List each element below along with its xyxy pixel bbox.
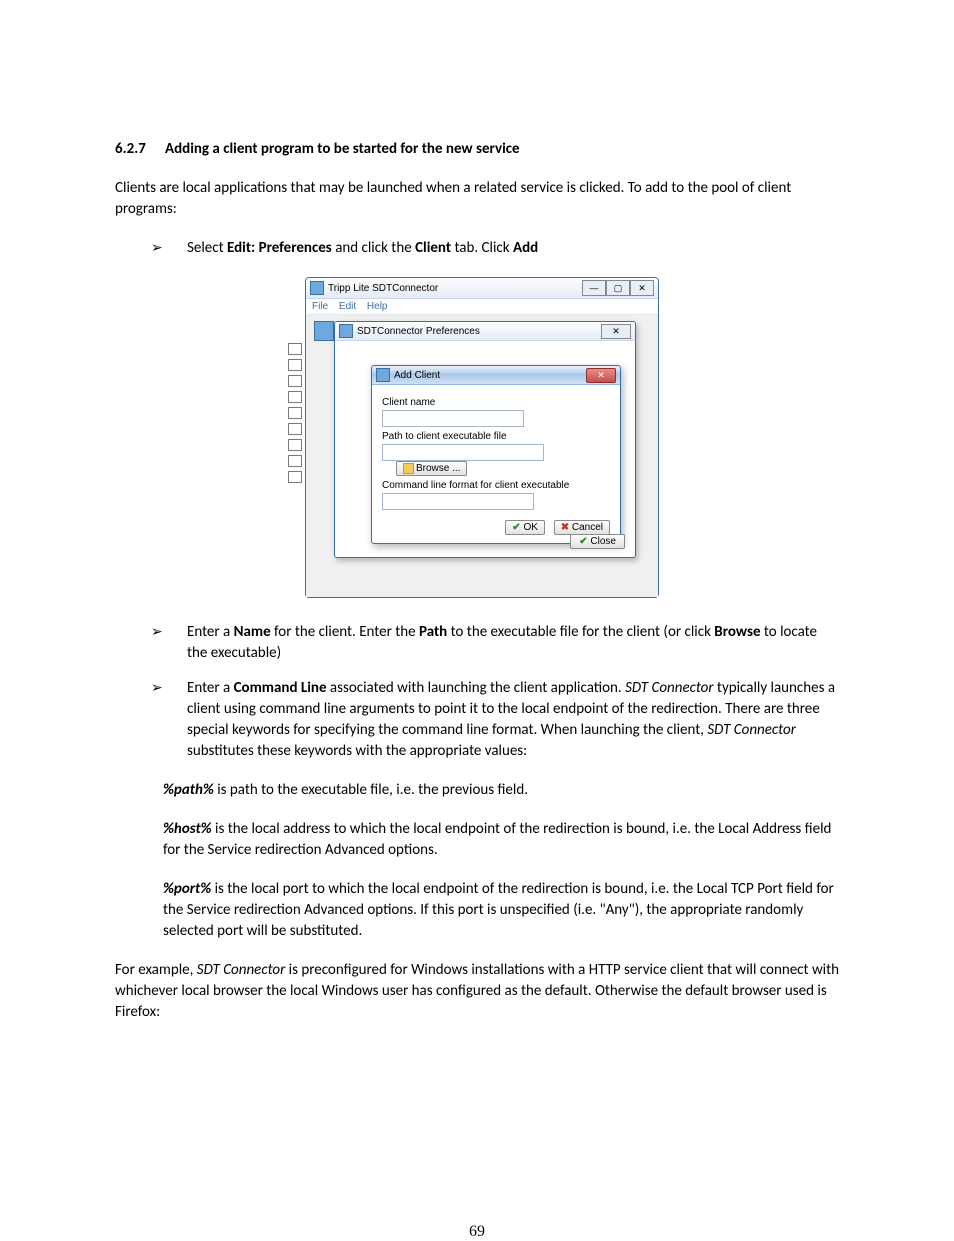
add-client-title-text: Add Client bbox=[394, 370, 440, 381]
add-client-close-x[interactable]: ✕ bbox=[586, 368, 616, 383]
main-client-area: SDTConnector Preferences ✕ Add Client ✕ … bbox=[306, 315, 658, 597]
menubar: File Edit Help bbox=[306, 299, 658, 315]
preferences-icon bbox=[339, 324, 353, 338]
client-path-label: Path to client executable file bbox=[382, 431, 610, 442]
section-title-text: Adding a client program to be started fo… bbox=[165, 140, 520, 158]
preferences-titlebar: SDTConnector Preferences ✕ bbox=[335, 322, 635, 341]
tree-node[interactable] bbox=[288, 391, 302, 403]
main-titlebar: Tripp Lite SDTConnector — ▢ ✕ bbox=[306, 278, 658, 299]
tree-node[interactable] bbox=[288, 471, 302, 483]
browse-button[interactable]: Browse ... bbox=[396, 461, 467, 476]
client-cmd-input[interactable] bbox=[382, 493, 534, 510]
section-heading: 6.2.7Adding a client program to be start… bbox=[115, 140, 839, 158]
step-2: Enter a Name for the client. Enter the P… bbox=[115, 622, 839, 664]
preferences-close-x[interactable]: ✕ bbox=[601, 324, 631, 339]
closing-paragraph: For example, SDT Connector is preconfigu… bbox=[115, 960, 839, 1023]
client-name-label: Client name bbox=[382, 397, 610, 408]
maximize-button[interactable]: ▢ bbox=[606, 280, 630, 296]
tree-node[interactable] bbox=[288, 423, 302, 435]
keyword-port: %port% is the local port to which the lo… bbox=[163, 879, 839, 942]
client-name-input[interactable] bbox=[382, 410, 524, 427]
preferences-close-button[interactable]: ✔ Close bbox=[570, 534, 625, 549]
main-window: Tripp Lite SDTConnector — ▢ ✕ File Edit … bbox=[305, 277, 659, 598]
tree-node[interactable] bbox=[288, 375, 302, 387]
preferences-title-text: SDTConnector Preferences bbox=[357, 326, 480, 337]
keyword-host: %host% is the local address to which the… bbox=[163, 819, 839, 861]
section-number: 6.2.7 bbox=[115, 140, 165, 158]
menu-edit[interactable]: Edit bbox=[339, 301, 356, 312]
tree-node[interactable] bbox=[288, 455, 302, 467]
step-1: Select Edit: Preferences and click the C… bbox=[115, 238, 839, 259]
step-list-2: Enter a Name for the client. Enter the P… bbox=[115, 622, 839, 762]
menu-file[interactable]: File bbox=[312, 301, 328, 312]
preferences-body: Add Client ✕ Client name Path to client … bbox=[335, 341, 635, 557]
menu-help[interactable]: Help bbox=[367, 301, 388, 312]
keyword-path: %path% is path to the executable file, i… bbox=[163, 780, 839, 801]
folder-icon bbox=[403, 463, 414, 474]
page-number: 69 bbox=[115, 1223, 839, 1241]
client-cmd-label: Command line format for client executabl… bbox=[382, 480, 610, 491]
intro-paragraph: Clients are local applications that may … bbox=[115, 178, 839, 220]
check-icon: ✔ bbox=[579, 536, 587, 547]
cancel-button[interactable]: ✖ Cancel bbox=[554, 520, 610, 535]
step-list-1: Select Edit: Preferences and click the C… bbox=[115, 238, 839, 259]
check-icon: ✔ bbox=[512, 522, 520, 533]
add-client-icon bbox=[376, 368, 390, 382]
step-3: Enter a Command Line associated with lau… bbox=[115, 678, 839, 762]
main-window-title: Tripp Lite SDTConnector bbox=[328, 283, 438, 294]
add-client-dialog: Add Client ✕ Client name Path to client … bbox=[371, 365, 621, 544]
tree-node[interactable] bbox=[288, 343, 302, 355]
add-client-body: Client name Path to client executable fi… bbox=[372, 385, 620, 543]
close-window-button[interactable]: ✕ bbox=[630, 280, 654, 296]
tree-node[interactable] bbox=[288, 359, 302, 371]
app-icon bbox=[310, 281, 324, 295]
window-controls: — ▢ ✕ bbox=[582, 280, 654, 296]
preferences-dialog: SDTConnector Preferences ✕ Add Client ✕ … bbox=[334, 321, 636, 558]
x-icon: ✖ bbox=[561, 522, 569, 533]
tree-view bbox=[288, 343, 320, 487]
client-path-input[interactable] bbox=[382, 444, 544, 461]
minimize-button[interactable]: — bbox=[582, 280, 606, 296]
tree-node[interactable] bbox=[288, 439, 302, 451]
ok-button[interactable]: ✔ OK bbox=[505, 520, 545, 535]
toolbar-icon[interactable] bbox=[314, 321, 334, 341]
add-client-titlebar: Add Client ✕ bbox=[372, 366, 620, 385]
tree-node[interactable] bbox=[288, 407, 302, 419]
screenshot-figure: Tripp Lite SDTConnector — ▢ ✕ File Edit … bbox=[305, 277, 839, 598]
